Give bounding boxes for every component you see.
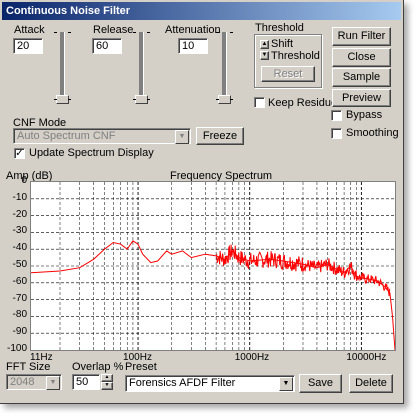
release-tick — [147, 32, 150, 33]
attenuation-label: Attenuation — [165, 24, 221, 36]
attack-label: Attack — [14, 24, 45, 36]
delete-button[interactable]: Delete — [349, 374, 393, 393]
chevron-down-icon[interactable]: ▼ — [46, 376, 60, 390]
cnf-mode-select[interactable]: Auto Spectrum CNF ▼ — [13, 128, 191, 144]
preview-button[interactable]: Preview — [332, 89, 391, 107]
attack-input[interactable]: 20 — [13, 38, 43, 54]
x-tick-label: 1000Hz — [234, 352, 270, 363]
overlap-up-button[interactable]: ▲ — [101, 374, 113, 382]
chevron-down-icon[interactable]: ▼ — [175, 130, 189, 144]
spectrum-line — [30, 240, 396, 351]
chevron-down-icon[interactable]: ▼ — [279, 377, 293, 391]
y-tick-label: -10 — [12, 191, 27, 203]
fft-size-label: FFT Size — [6, 361, 51, 373]
spectrum-grid — [31, 182, 395, 350]
attack-tick — [54, 99, 57, 100]
attenuation-input[interactable]: 10 — [178, 38, 208, 54]
overlap-down-button[interactable]: ▼ — [101, 382, 113, 390]
shift-label: Shift — [271, 38, 294, 50]
attack-tick — [54, 32, 57, 33]
release-tick — [133, 99, 136, 100]
release-tick — [133, 32, 136, 33]
fft-size-select[interactable]: 2048 ▼ — [6, 374, 62, 390]
release-input[interactable]: 60 — [92, 38, 122, 54]
close-button[interactable]: Close — [332, 48, 391, 67]
attenuation-tick — [230, 99, 233, 100]
preset-select[interactable]: Forensics AFDF Filter ▼ — [125, 375, 295, 392]
reset-button[interactable]: Reset — [261, 66, 315, 82]
y-tick-label: -40 — [12, 242, 27, 254]
x-tick-label: 10000Hz — [346, 352, 387, 363]
cnf-mode-value: Auto Spectrum CNF — [17, 130, 116, 142]
keep-residue-label: Keep Residue — [268, 97, 338, 109]
threshold-title: Threshold — [255, 22, 304, 34]
release-tick — [147, 99, 150, 100]
bypass-label: Bypass — [346, 109, 383, 121]
y-tick-label: 0 — [21, 175, 27, 186]
y-tick-label: -20 — [12, 208, 27, 220]
threshold-label: Threshold — [271, 50, 320, 62]
y-tick-label: -100 — [6, 343, 27, 354]
smoothing-checkbox[interactable] — [331, 128, 342, 139]
y-tick-label: -60 — [12, 275, 27, 287]
y-tick-label: -90 — [12, 326, 27, 338]
spectrum-plot — [30, 181, 396, 351]
release-label: Release — [93, 24, 134, 36]
update-spectrum-checkbox[interactable]: ✓ — [14, 148, 25, 159]
attenuation-tick — [230, 32, 233, 33]
y-tick-label: -50 — [12, 259, 27, 270]
threshold-spin-button[interactable]: ▼ — [260, 51, 269, 60]
overlap-label: Overlap % — [72, 361, 124, 373]
sample-noise-button[interactable]: Sample Noise — [332, 68, 391, 100]
y-tick-label: -70 — [12, 292, 27, 304]
run-filter-button[interactable]: Run Filter — [332, 27, 391, 46]
update-spectrum-label: Update Spectrum Display — [29, 147, 154, 159]
attenuation-tick — [216, 99, 219, 100]
spectrum-svg — [30, 182, 396, 351]
preset-label: Preset — [125, 361, 157, 373]
release-slider-track[interactable] — [139, 32, 144, 99]
attack-tick — [68, 32, 71, 33]
overlap-input[interactable]: 50 — [72, 374, 100, 390]
window-title: Continuous Noise Filter — [2, 2, 401, 20]
fft-size-value: 2048 — [10, 376, 35, 388]
attenuation-tick — [216, 32, 219, 33]
y-tick-label: -80 — [12, 309, 27, 321]
y-tick-label: -30 — [12, 225, 27, 237]
freeze-button[interactable]: Freeze — [196, 127, 244, 145]
preset-value: Forensics AFDF Filter — [129, 377, 236, 389]
smoothing-label: Smoothing — [346, 127, 399, 139]
keep-residue-checkbox[interactable] — [254, 97, 265, 108]
shift-spin-button[interactable]: ▲ — [260, 40, 269, 49]
attack-slider-track[interactable] — [60, 32, 65, 99]
save-button[interactable]: Save — [299, 374, 342, 393]
attenuation-slider-track[interactable] — [222, 32, 227, 99]
attack-tick — [68, 99, 71, 100]
continuous-noise-filter-window: Continuous Noise Filter Attack 20 Releas… — [0, 0, 404, 404]
bypass-checkbox[interactable] — [331, 110, 342, 121]
